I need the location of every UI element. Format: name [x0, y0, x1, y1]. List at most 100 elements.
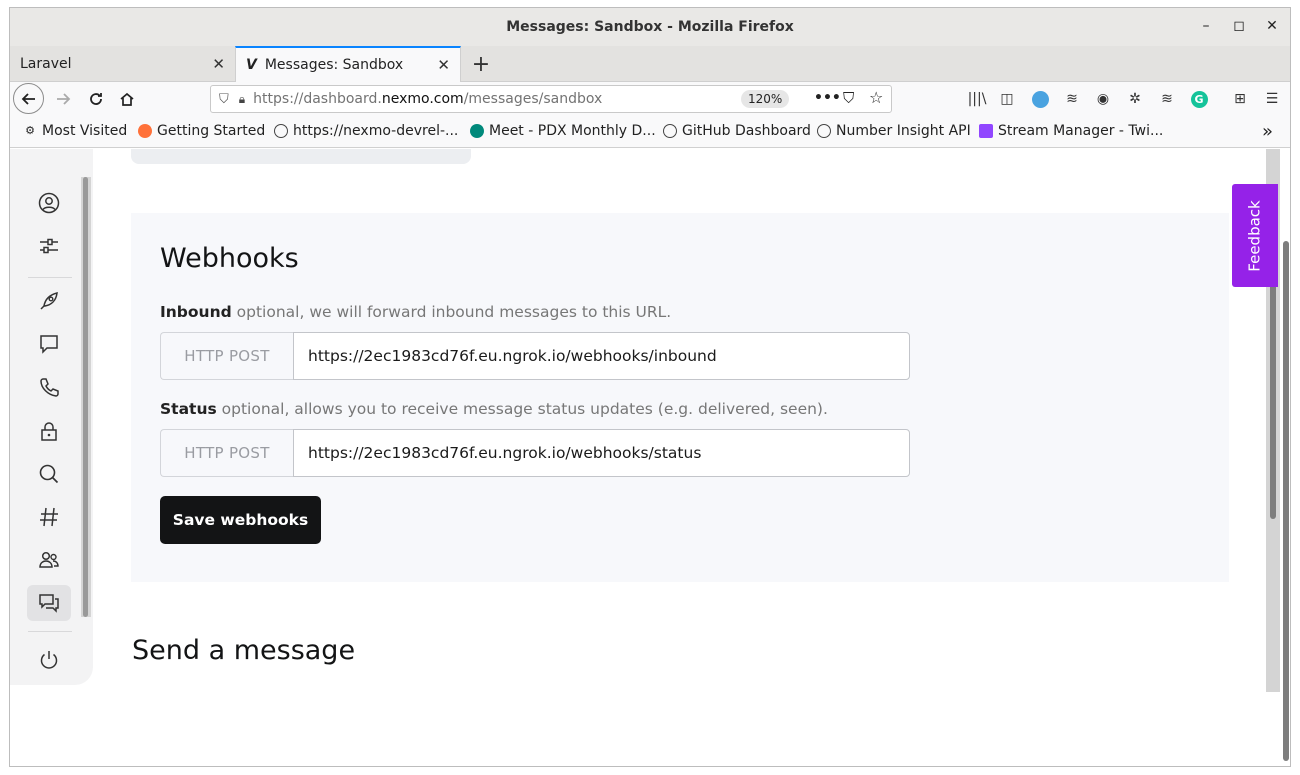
menu-icon[interactable]: ☰	[1261, 88, 1283, 110]
tab-bar: Laravel ✕ V Messages: Sandbox ✕ +	[10, 46, 1290, 82]
github-icon	[663, 124, 677, 138]
arrow-right-icon	[57, 93, 71, 105]
bookmark-stream-manager[interactable]: Stream Manager - Twi...	[979, 123, 1163, 139]
sidebar-toggle-icon[interactable]: ◫	[996, 88, 1018, 110]
account-icon[interactable]: ◉	[1092, 88, 1114, 110]
sidebar-item-conversations[interactable]	[27, 585, 71, 621]
lock-icon[interactable]: 🔒︎	[239, 92, 245, 107]
send-message-title: Send a message	[132, 635, 356, 666]
status-label: Status optional, allows you to receive m…	[160, 400, 828, 418]
arrow-left-icon	[21, 92, 35, 105]
inbound-method-label: HTTP POST	[160, 332, 293, 380]
sidebar-item-numbers[interactable]	[27, 499, 71, 535]
new-tab-button[interactable]: +	[467, 50, 495, 78]
sidebar-item-getting-started[interactable]	[27, 283, 71, 319]
inbound-label: Inbound optional, we will forward inboun…	[160, 303, 672, 321]
address-bar[interactable]: ⛉ 🔒︎ https://dashboard.nexmo.com/message…	[210, 85, 892, 113]
previous-section-card	[131, 149, 471, 164]
close-tab-icon[interactable]: ✕	[437, 56, 450, 74]
forward-button[interactable]	[48, 84, 78, 114]
lock-icon	[41, 422, 57, 441]
sidebar-item-number-insight[interactable]	[27, 456, 71, 492]
sidebar-item-settings[interactable]	[27, 228, 71, 264]
bookmark-nexmo-devrel[interactable]: https://nexmo-devrel-...	[274, 123, 458, 139]
bookmarks-bar: ⚙ Most Visited Getting Started https://ne…	[10, 116, 1290, 148]
shield-icon[interactable]: ⛉	[219, 92, 229, 107]
page-scroll-track[interactable]	[1280, 149, 1290, 766]
title-bar: Messages: Sandbox - Mozilla Firefox – ◻ …	[10, 8, 1290, 46]
firefox-icon	[138, 124, 152, 138]
window-title: Messages: Sandbox - Mozilla Firefox	[506, 19, 794, 35]
sidebar-item-verify[interactable]	[27, 413, 71, 449]
status-url-input[interactable]	[293, 429, 910, 477]
pocket-icon[interactable]: ⛉	[843, 89, 854, 107]
status-method-label: HTTP POST	[160, 429, 293, 477]
inbound-input-group: HTTP POST	[160, 332, 910, 380]
tab-label: Messages: Sandbox	[264, 57, 404, 73]
gear-icon: ⚙	[25, 124, 35, 137]
reload-button[interactable]	[81, 84, 111, 114]
sidebar-item-account[interactable]	[27, 185, 71, 221]
inbound-url-input[interactable]	[293, 332, 910, 380]
navigation-bar: ⛉ 🔒︎ https://dashboard.nexmo.com/message…	[10, 82, 1290, 116]
feedback-button[interactable]: Feedback	[1232, 184, 1278, 287]
sidebar-scrollbar[interactable]	[83, 177, 88, 617]
home-icon	[120, 92, 134, 106]
globe-icon	[817, 124, 831, 138]
browser-window: Messages: Sandbox - Mozilla Firefox – ◻ …	[9, 7, 1291, 767]
sliders-icon	[40, 238, 58, 254]
page-content: Webhooks Inbound optional, we will forwa…	[10, 149, 1290, 766]
bookmarks-overflow-icon[interactable]: »	[1262, 121, 1273, 142]
tab-label: Laravel	[20, 56, 72, 72]
sidebar-divider	[28, 277, 72, 278]
search-icon	[39, 464, 59, 484]
sidebar-item-voice[interactable]	[27, 369, 71, 405]
sidebar-divider	[28, 631, 72, 632]
vonage-logo-icon: V	[246, 57, 257, 73]
bookmark-meet[interactable]: Meet - PDX Monthly D...	[470, 123, 656, 139]
power-icon	[40, 651, 58, 669]
minimize-icon[interactable]: –	[1196, 16, 1216, 36]
extension-blue-icon[interactable]	[1029, 88, 1051, 110]
tab-messages-sandbox[interactable]: V Messages: Sandbox ✕	[235, 46, 461, 82]
page-scrollbar[interactable]	[1283, 241, 1289, 761]
chat-bubbles-icon	[39, 594, 59, 613]
users-icon	[39, 551, 59, 568]
back-button[interactable]	[13, 83, 44, 114]
library-icon[interactable]: |||\	[966, 88, 988, 110]
bookmark-github-dashboard[interactable]: GitHub Dashboard	[663, 123, 811, 139]
twitch-icon	[979, 124, 993, 138]
webhooks-card: Webhooks Inbound optional, we will forwa…	[131, 213, 1229, 582]
sidebar-item-logout[interactable]	[27, 642, 71, 678]
bookmark-number-insight[interactable]: Number Insight API	[817, 123, 971, 139]
phone-icon	[40, 378, 59, 397]
webhooks-title: Webhooks	[160, 243, 299, 274]
grammarly-icon[interactable]: G	[1188, 88, 1210, 110]
feedback-label: Feedback	[1246, 199, 1264, 272]
home-button[interactable]	[112, 84, 142, 114]
sidebar-item-team[interactable]	[27, 542, 71, 578]
more-actions-icon[interactable]: •••	[814, 90, 841, 106]
user-circle-icon	[38, 192, 60, 214]
bookmark-getting-started[interactable]: Getting Started	[138, 123, 265, 139]
status-input-group: HTTP POST	[160, 429, 910, 477]
save-webhooks-button[interactable]: Save webhooks	[160, 496, 321, 544]
chat-bubble-icon	[40, 335, 58, 354]
zoom-level[interactable]: 120%	[741, 90, 790, 108]
rocket-icon	[40, 292, 58, 310]
extensions-icon[interactable]: ⊞	[1229, 88, 1251, 110]
close-tab-icon[interactable]: ✕	[212, 55, 225, 73]
sidebar-item-messages[interactable]	[27, 326, 71, 362]
bookmark-star-icon[interactable]: ☆	[869, 88, 883, 107]
reload-icon	[90, 93, 102, 105]
paw-icon[interactable]: ✲	[1124, 88, 1146, 110]
url-text[interactable]: https://dashboard.nexmo.com/messages/san…	[253, 91, 602, 107]
meet-icon	[470, 124, 484, 138]
hash-icon	[40, 507, 58, 527]
close-window-icon[interactable]: ✕	[1262, 16, 1282, 36]
maximize-icon[interactable]: ◻	[1229, 16, 1249, 36]
buffer-icon[interactable]: ≋	[1061, 88, 1083, 110]
layers-icon[interactable]: ≋	[1156, 88, 1178, 110]
tab-laravel[interactable]: Laravel ✕	[10, 46, 235, 82]
bookmark-most-visited[interactable]: ⚙ Most Visited	[23, 123, 127, 139]
